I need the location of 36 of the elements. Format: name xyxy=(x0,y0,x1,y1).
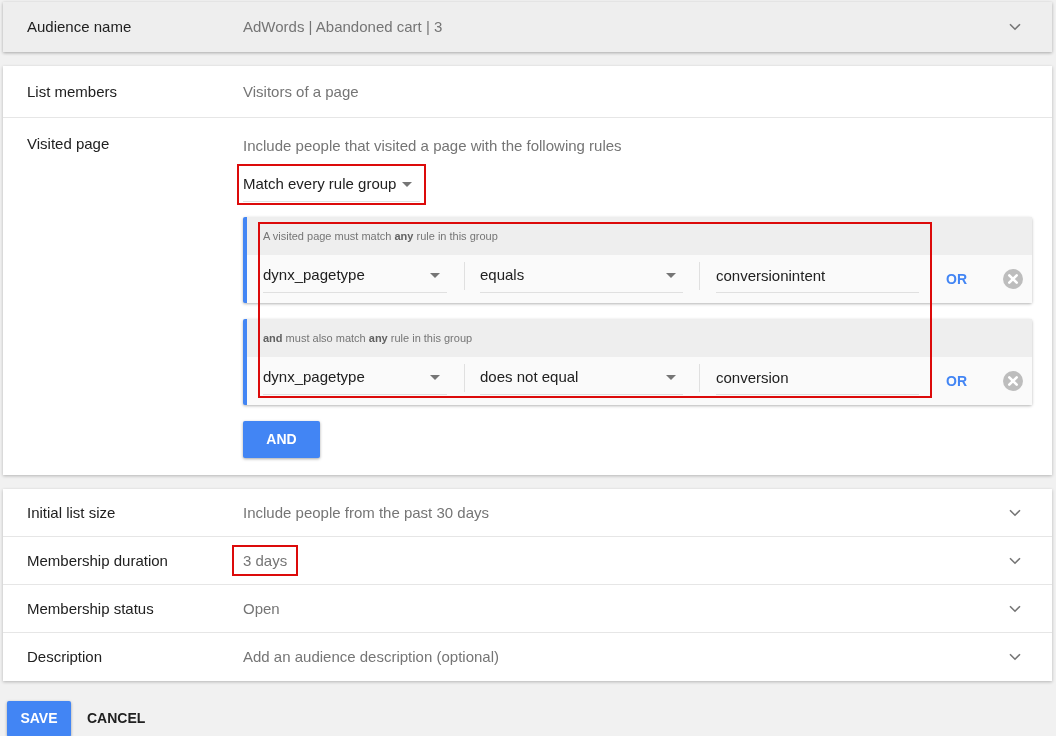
chevron-down-icon[interactable] xyxy=(1009,653,1021,661)
field-value: Add an audience description (optional) xyxy=(242,647,500,667)
field-label: Visited page xyxy=(26,134,111,154)
value-field[interactable]: conversionintent xyxy=(716,258,919,293)
caret-icon[interactable] xyxy=(430,374,440,380)
field-label: Audience name xyxy=(26,17,133,37)
variable-dropdown[interactable]: dynx_pagetype xyxy=(263,360,447,395)
save-button[interactable]: SAVE xyxy=(7,700,71,736)
field-label: Membership status xyxy=(26,598,155,619)
chevron-down-icon[interactable] xyxy=(1009,23,1021,31)
group-heading: A visited page must match any rule in this group xyxy=(247,217,1032,255)
group-heading: and must also match any rule in this group xyxy=(247,319,1032,357)
field-label: Membership duration xyxy=(26,550,169,571)
cancel-button[interactable]: CANCEL xyxy=(79,700,154,736)
caret-icon[interactable] xyxy=(666,272,676,278)
match-dropdown[interactable]: Match every rule group xyxy=(243,167,420,202)
field-value: AdWords | Abandoned cart | 3 xyxy=(243,18,443,35)
field-value: Include people from the past 30 days xyxy=(242,502,490,523)
field-label: List members xyxy=(26,81,119,102)
operator-dropdown[interactable]: equals xyxy=(480,258,683,293)
chevron-down-icon[interactable] xyxy=(1009,508,1021,517)
caret-icon[interactable] xyxy=(430,272,440,278)
chevron-down-icon[interactable] xyxy=(1009,556,1021,565)
field-description: Include people that visited a page with the following rules xyxy=(243,137,622,154)
field-value: 3 days xyxy=(232,544,299,576)
value-field[interactable]: conversion xyxy=(716,360,919,395)
variable-dropdown[interactable]: dynx_pagetype xyxy=(263,258,447,293)
caret-icon[interactable] xyxy=(402,181,412,187)
caret-icon[interactable] xyxy=(666,374,676,380)
field-value: Visitors of a page xyxy=(243,81,359,102)
and-button[interactable]: AND xyxy=(243,421,320,458)
field-value: Open xyxy=(242,598,281,619)
chevron-down-icon[interactable] xyxy=(1009,604,1021,613)
field-label: Initial list size xyxy=(26,502,117,523)
field-label: Description xyxy=(26,647,104,667)
operator-dropdown[interactable]: does not equal xyxy=(480,360,683,395)
